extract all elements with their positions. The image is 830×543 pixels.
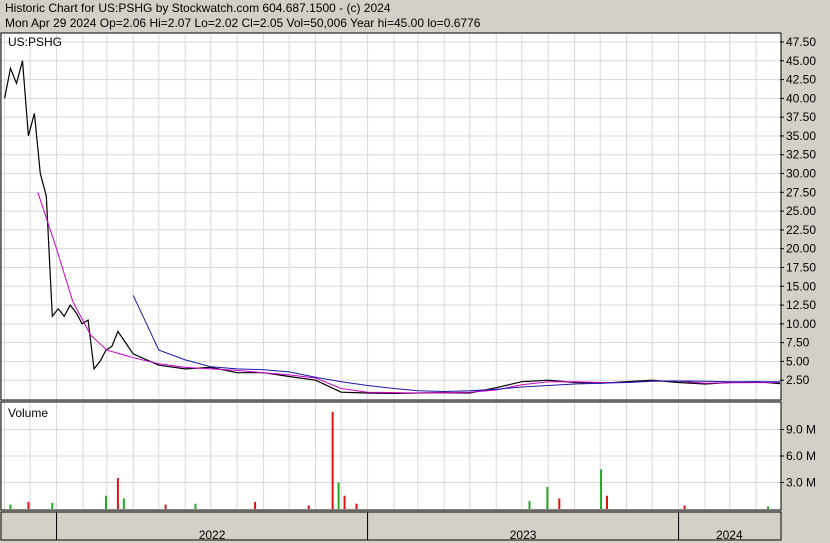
price-tick-label: 25.00: [786, 204, 816, 218]
price-tick-label: 20.00: [786, 242, 816, 256]
volume-bar: [194, 503, 197, 509]
volume-axis: 9.0 M 6.0 M 3.0 M: [780, 423, 816, 490]
price-tick-label: 40.00: [786, 91, 816, 105]
price-tick-label: 37.50: [786, 110, 816, 124]
volume-bar: [116, 478, 119, 509]
price-panel: [0, 32, 782, 401]
price-tick-label: 5.00: [786, 354, 810, 368]
volume-bar: [528, 501, 531, 509]
price-tick-label: 7.50: [786, 336, 810, 350]
price-tick-label: 27.50: [786, 185, 816, 199]
stock-chart: Historic Chart for US:PSHG by Stockwatch…: [0, 0, 830, 543]
price-tick-label: 35.00: [786, 129, 816, 143]
volume-bar: [9, 504, 12, 509]
volume-bar: [51, 502, 54, 509]
volume-bar: [337, 482, 340, 509]
price-tick-label: 22.50: [786, 223, 816, 237]
price-tick-label: 15.00: [786, 279, 816, 293]
volume-tick-label: 3.0 M: [786, 476, 816, 490]
price-tick-label: 32.50: [786, 148, 816, 162]
price-tick-label: 47.50: [786, 35, 816, 49]
price-tick-label: 42.50: [786, 73, 816, 87]
price-tick-label: 17.50: [786, 260, 816, 274]
chart-header-line-1: Historic Chart for US:PSHG by Stockwatch…: [5, 1, 391, 15]
year-label: 2023: [510, 528, 537, 542]
price-tick-label: 10.00: [786, 317, 816, 331]
volume-bar: [343, 495, 346, 509]
price-tick-label: 2.50: [786, 373, 810, 387]
volume-bar: [606, 495, 609, 509]
volume-bar: [254, 501, 257, 509]
volume-tick-label: 6.0 M: [786, 449, 816, 463]
volume-bar: [122, 498, 125, 509]
date-axis-panel: [0, 511, 782, 541]
volume-bar: [331, 411, 334, 509]
volume-bar: [767, 506, 770, 509]
volume-bar: [558, 498, 561, 509]
volume-bar: [683, 505, 686, 509]
volume-bar: [307, 505, 310, 509]
price-tick-label: 30.00: [786, 167, 816, 181]
chart-header-line-2: Mon Apr 29 2024 Op=2.06 Hi=2.07 Lo=2.02 …: [5, 16, 481, 30]
price-tick-label: 45.00: [786, 54, 816, 68]
symbol-label: US:PSHG: [8, 35, 62, 49]
volume-bar: [27, 501, 30, 509]
volume-bar: [546, 486, 549, 509]
volume-bar: [600, 469, 603, 509]
price-tick-label: 12.50: [786, 298, 816, 312]
year-label: 2024: [716, 528, 743, 542]
volume-bar: [164, 504, 167, 509]
volume-bar: [104, 495, 107, 509]
year-label: 2022: [199, 528, 226, 542]
volume-bar: [355, 503, 358, 509]
volume-label: Volume: [8, 406, 48, 420]
volume-tick-label: 9.0 M: [786, 423, 816, 437]
